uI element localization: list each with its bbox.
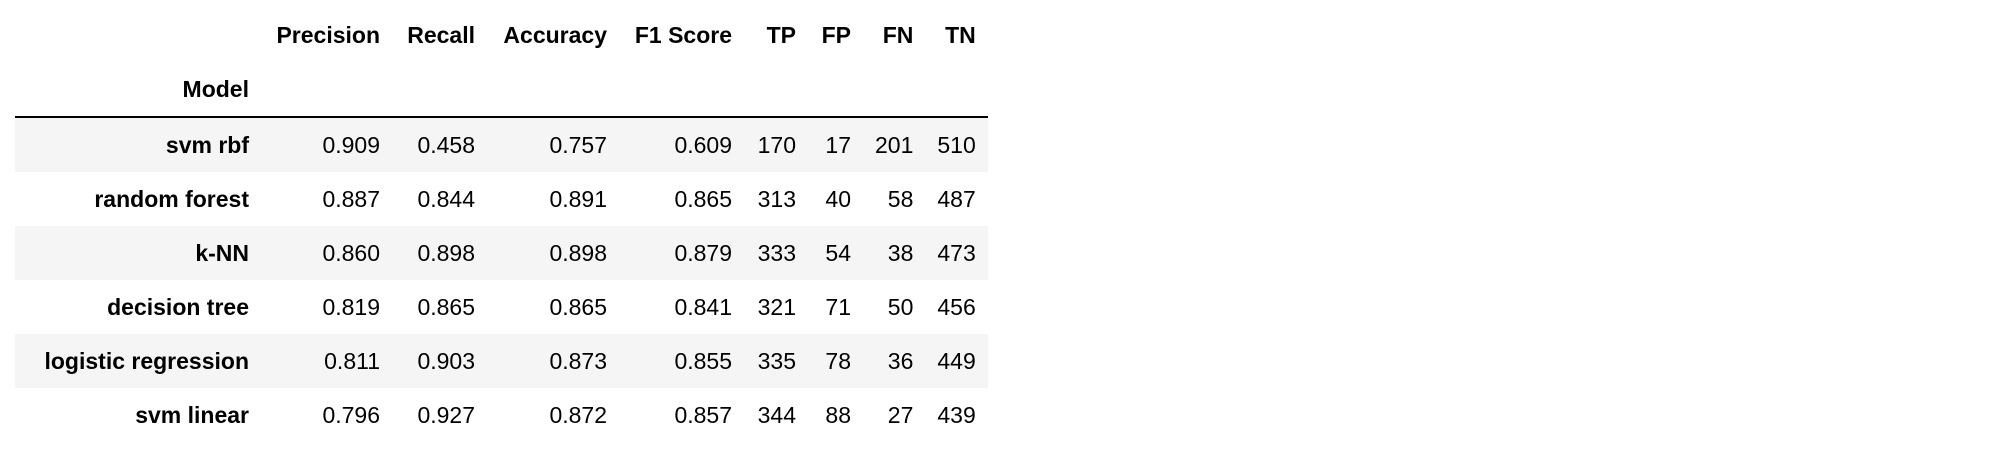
cell-tp: 321 bbox=[757, 293, 796, 320]
cell-accuracy: 0.872 bbox=[549, 401, 607, 428]
cell-precision: 0.860 bbox=[322, 239, 380, 266]
row-label-model: k-NN bbox=[195, 239, 249, 266]
cell-tp: 333 bbox=[757, 239, 796, 266]
cell-recall: 0.903 bbox=[417, 347, 475, 374]
cell-tn: 473 bbox=[937, 239, 976, 266]
cell-precision: 0.909 bbox=[322, 131, 380, 158]
table-row: svm linear 0.796 0.927 0.872 0.857 344 8… bbox=[15, 388, 988, 442]
cell-tp: 313 bbox=[757, 185, 796, 212]
column-header-tn: TN bbox=[945, 21, 976, 48]
index-name-blank-cell bbox=[487, 62, 619, 117]
cell-precision: 0.811 bbox=[324, 347, 380, 374]
index-name-blank-cell bbox=[925, 62, 987, 117]
column-header-f1-score: F1 Score bbox=[634, 21, 732, 48]
cell-accuracy: 0.865 bbox=[549, 293, 607, 320]
header-corner-cell bbox=[15, 8, 261, 62]
cell-tn: 456 bbox=[937, 293, 976, 320]
cell-f1-score: 0.879 bbox=[674, 239, 732, 266]
cell-fp: 54 bbox=[825, 239, 851, 266]
index-name-label: Model bbox=[182, 75, 249, 102]
cell-recall: 0.844 bbox=[417, 185, 475, 212]
cell-fp: 78 bbox=[825, 347, 851, 374]
index-name-blank-cell bbox=[392, 62, 487, 117]
cell-fp: 40 bbox=[825, 185, 851, 212]
row-label-model: svm rbf bbox=[165, 131, 249, 158]
cell-tn: 449 bbox=[937, 347, 976, 374]
cell-fn: 36 bbox=[887, 347, 914, 374]
cell-fn: 38 bbox=[887, 239, 914, 266]
cell-precision: 0.887 bbox=[322, 185, 380, 212]
cell-accuracy: 0.891 bbox=[549, 185, 607, 212]
cell-f1-score: 0.855 bbox=[674, 347, 732, 374]
cell-tp: 335 bbox=[757, 347, 796, 374]
cell-recall: 0.458 bbox=[417, 131, 475, 158]
cell-tp: 344 bbox=[757, 401, 796, 428]
table-row: svm rbf 0.909 0.458 0.757 0.609 170 17 2… bbox=[15, 117, 988, 172]
column-header-fn: FN bbox=[882, 21, 914, 48]
cell-fn: 201 bbox=[875, 131, 914, 158]
cell-f1-score: 0.609 bbox=[674, 131, 732, 158]
row-label-model: decision tree bbox=[107, 293, 249, 320]
column-header-fp: FP bbox=[821, 21, 851, 48]
cell-precision: 0.819 bbox=[322, 293, 380, 320]
cell-f1-score: 0.865 bbox=[674, 185, 732, 212]
cell-accuracy: 0.873 bbox=[549, 347, 607, 374]
results-dataframe-table: Precision Recall Accuracy F1 Score TP FP… bbox=[15, 8, 988, 442]
table-body: svm rbf 0.909 0.458 0.757 0.609 170 17 2… bbox=[15, 117, 988, 442]
table-header: Precision Recall Accuracy F1 Score TP FP… bbox=[15, 8, 988, 117]
index-name-blank-cell bbox=[808, 62, 863, 117]
index-name-blank-cell bbox=[863, 62, 925, 117]
index-name-blank-cell bbox=[619, 62, 744, 117]
cell-fn: 50 bbox=[887, 293, 914, 320]
table-row: k-NN 0.860 0.898 0.898 0.879 333 54 38 4… bbox=[15, 226, 988, 280]
cell-tn: 439 bbox=[937, 401, 976, 428]
cell-tn: 487 bbox=[937, 185, 976, 212]
column-header-row: Precision Recall Accuracy F1 Score TP FP… bbox=[15, 8, 988, 62]
table-row: random forest 0.887 0.844 0.891 0.865 31… bbox=[15, 172, 988, 226]
cell-f1-score: 0.841 bbox=[674, 293, 732, 320]
cell-fn: 58 bbox=[887, 185, 914, 212]
column-header-tp: TP bbox=[766, 21, 796, 48]
column-header-precision: Precision bbox=[276, 21, 380, 48]
row-label-model: random forest bbox=[94, 185, 249, 212]
index-name-row: Model bbox=[15, 62, 988, 117]
index-name-blank-cell bbox=[261, 62, 392, 117]
cell-recall: 0.927 bbox=[417, 401, 475, 428]
cell-tn: 510 bbox=[937, 131, 976, 158]
table-row: decision tree 0.819 0.865 0.865 0.841 32… bbox=[15, 280, 988, 334]
cell-accuracy: 0.757 bbox=[549, 131, 607, 158]
column-header-accuracy: Accuracy bbox=[503, 21, 607, 48]
cell-fp: 88 bbox=[825, 401, 851, 428]
cell-f1-score: 0.857 bbox=[674, 401, 732, 428]
cell-tp: 170 bbox=[757, 131, 796, 158]
row-label-model: svm linear bbox=[135, 401, 249, 428]
cell-fn: 27 bbox=[887, 401, 914, 428]
cell-recall: 0.865 bbox=[417, 293, 475, 320]
cell-accuracy: 0.898 bbox=[549, 239, 607, 266]
cell-fp: 17 bbox=[825, 131, 851, 158]
cell-precision: 0.796 bbox=[322, 401, 380, 428]
row-label-model: logistic regression bbox=[44, 347, 249, 374]
column-header-recall: Recall bbox=[407, 21, 475, 48]
cell-recall: 0.898 bbox=[417, 239, 475, 266]
cell-fp: 71 bbox=[825, 293, 851, 320]
table-row: logistic regression 0.811 0.903 0.873 0.… bbox=[15, 334, 988, 388]
index-name-blank-cell bbox=[744, 62, 808, 117]
